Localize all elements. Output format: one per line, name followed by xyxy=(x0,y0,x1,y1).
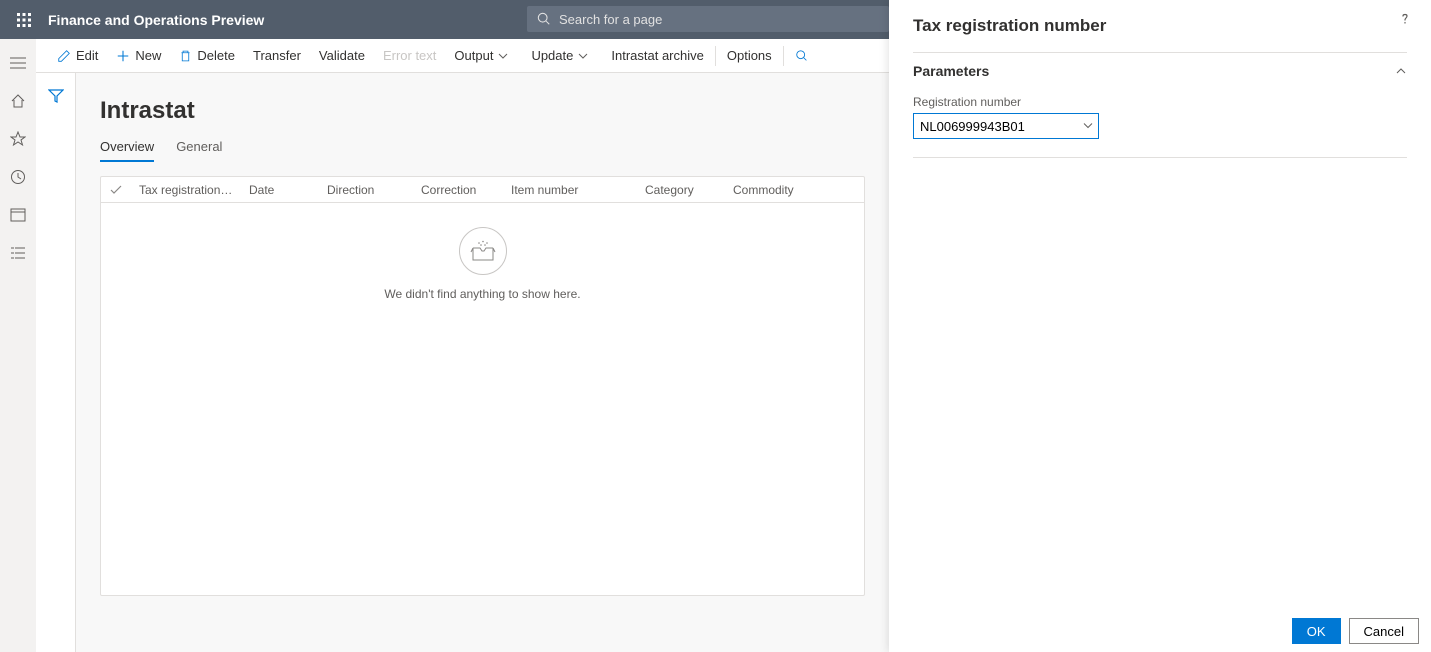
star-icon[interactable] xyxy=(8,129,28,149)
tab-overview[interactable]: Overview xyxy=(100,139,154,162)
column-correction[interactable]: Correction xyxy=(413,183,503,197)
new-button[interactable]: New xyxy=(107,39,170,73)
home-icon[interactable] xyxy=(8,91,28,111)
main-content: Intrastat Overview General Tax registrat… xyxy=(76,73,889,652)
modules-icon[interactable] xyxy=(8,243,28,263)
section-header[interactable]: Parameters xyxy=(913,53,1407,89)
global-search[interactable] xyxy=(527,6,889,32)
output-menu[interactable]: Output xyxy=(445,39,522,73)
empty-message: We didn't find anything to show here. xyxy=(384,287,580,301)
transfer-button[interactable]: Transfer xyxy=(244,39,310,73)
app-title: Finance and Operations Preview xyxy=(48,12,264,28)
edit-button[interactable]: Edit xyxy=(48,39,107,73)
select-all-column[interactable] xyxy=(101,185,131,195)
separator xyxy=(783,46,784,66)
dialog-title: Tax registration number xyxy=(913,10,1106,52)
column-commodity[interactable]: Commodity xyxy=(725,183,845,197)
workspaces-icon[interactable] xyxy=(8,205,28,225)
empty-box-icon xyxy=(459,227,507,275)
filter-icon xyxy=(48,89,64,103)
separator xyxy=(715,46,716,66)
new-label: New xyxy=(135,48,161,63)
update-label: Update xyxy=(531,48,573,63)
column-direction[interactable]: Direction xyxy=(319,183,413,197)
dialog-header: Tax registration number xyxy=(889,0,1431,52)
data-grid: Tax registration num... Date Direction C… xyxy=(100,176,865,596)
error-text-label: Error text xyxy=(383,48,436,63)
search-input[interactable] xyxy=(559,12,879,27)
options-label: Options xyxy=(727,48,772,63)
ok-button[interactable]: OK xyxy=(1292,618,1341,644)
delete-label: Delete xyxy=(197,48,235,63)
search-icon xyxy=(795,49,809,63)
field-label: Registration number xyxy=(913,95,1407,109)
delete-button[interactable]: Delete xyxy=(170,39,244,73)
update-menu[interactable]: Update xyxy=(522,39,602,73)
search-icon xyxy=(537,12,551,26)
tabs: Overview General xyxy=(100,139,865,162)
options-button[interactable]: Options xyxy=(718,39,781,73)
error-text-button: Error text xyxy=(374,39,445,73)
column-item-number[interactable]: Item number xyxy=(503,183,637,197)
parameters-section: Parameters Registration number xyxy=(913,52,1407,158)
hamburger-icon[interactable] xyxy=(8,53,28,73)
help-icon[interactable] xyxy=(1397,10,1415,28)
dialog-footer: OK Cancel xyxy=(1280,610,1431,652)
validate-label: Validate xyxy=(319,48,365,63)
tab-general[interactable]: General xyxy=(176,139,222,162)
trash-icon xyxy=(179,49,192,63)
find-button[interactable] xyxy=(786,39,823,73)
column-tax-registration[interactable]: Tax registration num... xyxy=(131,183,241,197)
chevron-down-icon[interactable] xyxy=(1082,119,1094,134)
recent-icon[interactable] xyxy=(8,167,28,187)
pencil-icon xyxy=(57,49,71,63)
edit-label: Edit xyxy=(76,48,98,63)
output-label: Output xyxy=(454,48,493,63)
intrastat-archive-button[interactable]: Intrastat archive xyxy=(602,39,713,73)
grid-header: Tax registration num... Date Direction C… xyxy=(101,177,864,203)
transfer-label: Transfer xyxy=(253,48,301,63)
intrastat-archive-label: Intrastat archive xyxy=(611,48,704,63)
cancel-button[interactable]: Cancel xyxy=(1349,618,1419,644)
dialog-panel: Tax registration number Parameters Regis… xyxy=(889,0,1431,652)
filter-pane-toggle[interactable] xyxy=(36,73,76,652)
registration-number-field: Registration number xyxy=(913,89,1407,157)
left-nav-rail xyxy=(0,39,36,652)
page-title: Intrastat xyxy=(100,97,865,125)
chevron-down-icon xyxy=(498,51,508,61)
chevron-up-icon xyxy=(1395,66,1407,76)
validate-button[interactable]: Validate xyxy=(310,39,374,73)
empty-state: We didn't find anything to show here. xyxy=(101,203,864,301)
registration-number-combo[interactable] xyxy=(913,113,1099,139)
section-title: Parameters xyxy=(913,63,989,79)
column-category[interactable]: Category xyxy=(637,183,725,197)
chevron-down-icon xyxy=(578,51,588,61)
plus-icon xyxy=(116,49,130,63)
registration-number-input[interactable] xyxy=(914,114,1098,138)
column-date[interactable]: Date xyxy=(241,183,319,197)
app-launcher-icon[interactable] xyxy=(8,0,40,39)
